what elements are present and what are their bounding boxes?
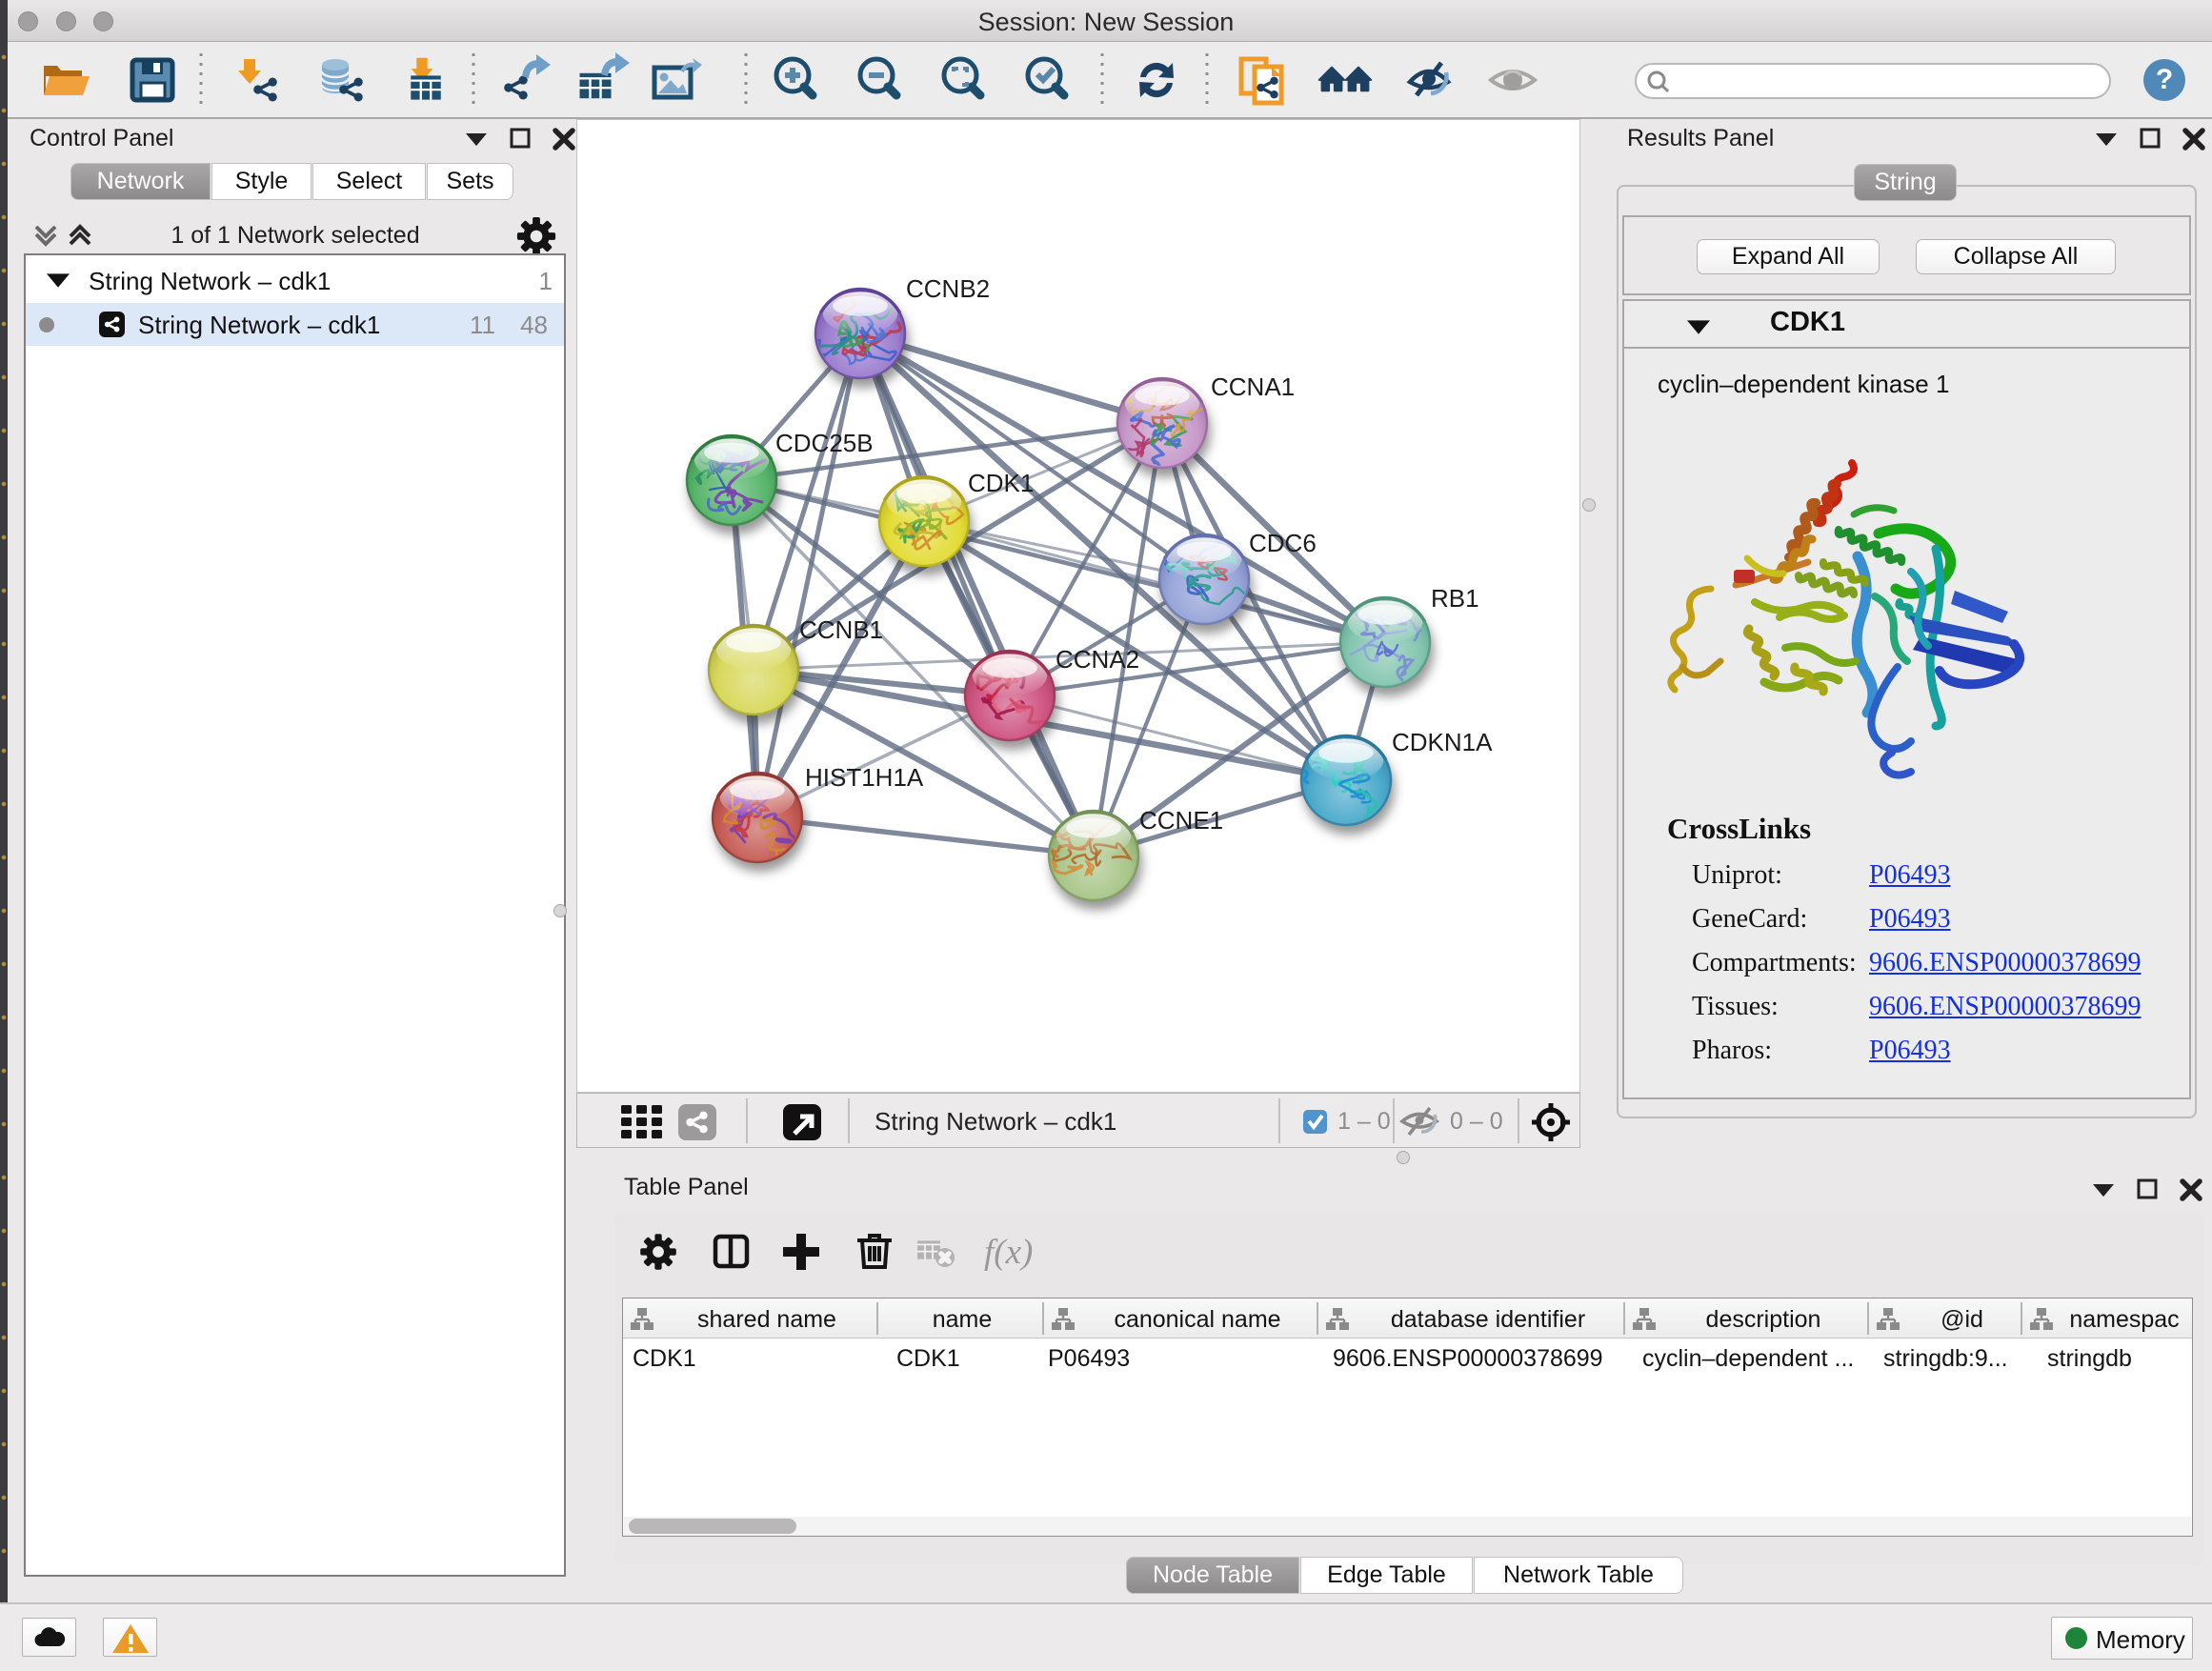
- svg-text:CDC6: CDC6: [1249, 529, 1317, 557]
- svg-text:CDK1: CDK1: [968, 469, 1034, 497]
- svg-text:CCNE1: CCNE1: [1139, 806, 1223, 835]
- svg-text:CCNA2: CCNA2: [1056, 645, 1139, 674]
- svg-text:HIST1H1A: HIST1H1A: [805, 763, 924, 792]
- svg-text:CDC25B: CDC25B: [775, 429, 874, 457]
- svg-text:f(x): f(x): [984, 1233, 1033, 1272]
- svg-text:CCNB1: CCNB1: [799, 615, 883, 644]
- svg-text:CCNA1: CCNA1: [1211, 372, 1295, 401]
- svg-text:CDKN1A: CDKN1A: [1392, 728, 1493, 756]
- svg-text:RB1: RB1: [1431, 584, 1479, 613]
- svg-text:CCNB2: CCNB2: [906, 274, 990, 303]
